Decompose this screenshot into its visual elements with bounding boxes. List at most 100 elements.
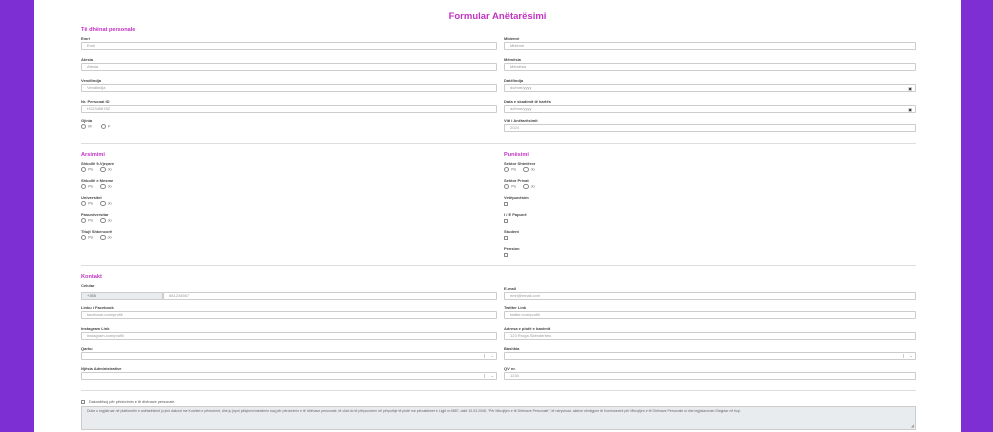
divider bbox=[81, 143, 916, 144]
njesia-select[interactable]: ⌄ bbox=[81, 372, 497, 380]
radio-po[interactable] bbox=[504, 184, 510, 190]
consent-label: Dakordësoj për përdorimin e të dhënave p… bbox=[89, 400, 175, 404]
qarku-select[interactable]: ⌄ bbox=[81, 352, 497, 360]
facebook-input[interactable]: facebook.com/profili bbox=[81, 311, 497, 319]
mbiemri-input[interactable]: Mbiemri bbox=[504, 42, 916, 50]
viti-input[interactable]: 2024 bbox=[504, 124, 916, 132]
punesimi-checkbox[interactable] bbox=[504, 253, 508, 257]
qv-input[interactable]: 1234 bbox=[504, 372, 916, 380]
radio-jo-label: Jo bbox=[530, 167, 535, 172]
memesia-label: Mëmësia bbox=[504, 57, 521, 62]
punesimi-check-label: I / E Papunë bbox=[504, 212, 527, 217]
calendar-icon[interactable]: ▣ bbox=[908, 86, 912, 91]
punesimi-group-label: Sektor Shtetëror bbox=[504, 161, 536, 166]
punesimi-checkbox[interactable] bbox=[504, 202, 508, 206]
punesimi-checkbox[interactable] bbox=[504, 236, 508, 240]
radio-po-label: Po bbox=[88, 235, 94, 240]
right-purple-band bbox=[961, 0, 993, 432]
consent-checkbox[interactable] bbox=[81, 400, 85, 404]
emri-label: Emri bbox=[81, 36, 90, 41]
instagram-label: Instagram Link bbox=[81, 326, 110, 331]
left-purple-band bbox=[0, 0, 34, 432]
radio-po[interactable] bbox=[81, 218, 87, 224]
radio-po[interactable] bbox=[81, 184, 87, 190]
arsimimi-group-label: Shkollë 9-Vjeçare bbox=[81, 161, 115, 166]
section-heading-arsimimi: Arsimimi bbox=[81, 152, 105, 158]
bashkia-value: - bbox=[510, 353, 512, 358]
gjinia-label: Gjinia bbox=[81, 118, 93, 123]
celular-input[interactable]: 681234567 bbox=[163, 292, 497, 300]
mbiemri-label: Mbiemri bbox=[504, 36, 520, 41]
emri-input[interactable]: Emri bbox=[81, 42, 497, 50]
arsimimi-group-label: Universitet bbox=[81, 195, 102, 200]
radio-po[interactable] bbox=[81, 201, 87, 207]
gjinia-m-label: M bbox=[88, 124, 92, 129]
calendar-icon[interactable]: ▣ bbox=[908, 107, 912, 112]
nr-personal-input[interactable]: H12345678Z bbox=[81, 105, 497, 113]
arsimimi-group-options: Po Jo bbox=[81, 184, 112, 190]
atesia-input[interactable]: Atesia bbox=[81, 63, 497, 71]
chevron-down-icon: ⌄ bbox=[490, 353, 494, 358]
gjinia-m-radio[interactable] bbox=[81, 124, 87, 130]
page-title: Formular Anëtarësimi bbox=[448, 11, 547, 22]
email-input[interactable]: emri@email.com bbox=[504, 292, 916, 300]
email-label: E-mail bbox=[504, 286, 517, 291]
gjinia-f-radio[interactable] bbox=[100, 124, 107, 130]
radio-jo[interactable] bbox=[523, 167, 529, 173]
arsimimi-group-label: Pasuniversitar bbox=[81, 212, 109, 217]
punesimi-check-label: Pension bbox=[504, 246, 520, 251]
viti-label: Viti i Anëtarësimit bbox=[504, 118, 538, 123]
adresa-input[interactable]: 123 Rruga Skënderbeu bbox=[504, 332, 916, 340]
radio-jo[interactable] bbox=[100, 167, 106, 173]
punesimi-checkbox[interactable] bbox=[504, 219, 508, 223]
radio-po[interactable] bbox=[81, 235, 87, 241]
vendlindja-input[interactable]: Vendlindja bbox=[81, 84, 497, 92]
radio-jo[interactable] bbox=[100, 218, 106, 224]
radio-po-label: Po bbox=[511, 167, 517, 172]
punesimi-group-options: Po Jo bbox=[504, 167, 535, 173]
instagram-input[interactable]: instagram.com/profili bbox=[81, 332, 497, 340]
radio-po[interactable] bbox=[81, 167, 87, 173]
radio-jo-label: Jo bbox=[107, 184, 112, 189]
radio-jo-label: Jo bbox=[107, 167, 112, 172]
section-heading-kontakt: Kontakt bbox=[81, 274, 102, 280]
facebook-label: Linku i Facebook bbox=[81, 305, 114, 310]
punesimi-group-label: Sektor Privat bbox=[504, 178, 529, 183]
arsimimi-group-options: Po Jo bbox=[81, 201, 112, 207]
atesia-label: Atesia bbox=[81, 57, 94, 62]
punesimi-check-label: Student bbox=[504, 229, 519, 234]
arsimimi-group-label: Titujt Shkencorë bbox=[81, 229, 113, 234]
qv-label: QV nr. bbox=[504, 366, 516, 371]
datelindja-placeholder: dd/mm/yyyy bbox=[510, 85, 532, 90]
radio-jo[interactable] bbox=[523, 184, 529, 190]
radio-jo-label: Jo bbox=[107, 201, 112, 206]
select-separator bbox=[484, 374, 485, 378]
radio-po-label: Po bbox=[88, 184, 94, 189]
data-dokument-input[interactable]: dd/mm/yyyy ▣ bbox=[504, 105, 916, 113]
nr-personal-label: Nr. Personal ID bbox=[81, 99, 110, 104]
arsimimi-group-label: Shkollë e Mesme bbox=[81, 178, 114, 183]
consent-textarea[interactable]: Duke u regjistruar në platformën e anëta… bbox=[81, 406, 916, 430]
radio-po-label: Po bbox=[88, 218, 94, 223]
vendlindja-label: Vendlindja bbox=[81, 78, 102, 83]
arsimimi-group-options: Po Jo bbox=[81, 167, 112, 173]
datelindja-label: Datëlindja bbox=[504, 78, 524, 83]
punesimi-group-options: Po Jo bbox=[504, 184, 535, 190]
radio-jo[interactable] bbox=[100, 235, 106, 241]
radio-jo[interactable] bbox=[100, 184, 106, 190]
datelindja-input[interactable]: dd/mm/yyyy ▣ bbox=[504, 84, 916, 92]
resize-grip-icon[interactable]: ◢ bbox=[911, 423, 914, 428]
celular-prefix: +355 bbox=[81, 292, 163, 300]
radio-jo[interactable] bbox=[100, 201, 106, 207]
twitter-input[interactable]: twitter.com/profili bbox=[504, 311, 916, 319]
adresa-label: Adresa e plotë e banimit bbox=[504, 326, 551, 331]
bashkia-select[interactable]: - ⌄ bbox=[504, 352, 916, 360]
celular-label: Celular bbox=[81, 283, 95, 288]
radio-po[interactable] bbox=[504, 167, 510, 173]
section-heading-punesimi: Punësimi bbox=[504, 152, 529, 158]
twitter-label: Twitter Link bbox=[504, 305, 527, 310]
section-heading-personal: Të dhënat personale bbox=[81, 27, 136, 33]
select-separator bbox=[903, 354, 904, 358]
divider bbox=[81, 390, 916, 391]
memesia-input[interactable]: Mëmësia bbox=[504, 63, 916, 71]
